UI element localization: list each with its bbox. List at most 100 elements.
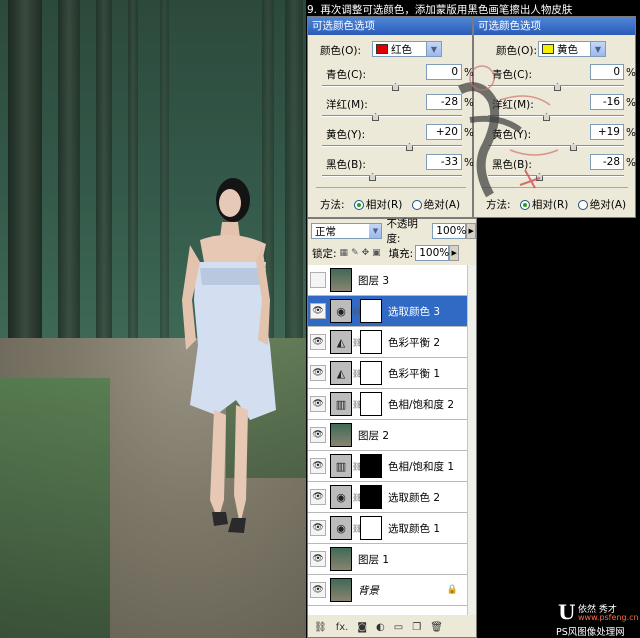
color-balance-adjustment-icon: ◭: [330, 361, 352, 385]
cyan-value-input[interactable]: 0: [426, 64, 462, 80]
layer-row[interactable]: 👁 ◭ ⛓ 色彩平衡 2: [308, 327, 468, 358]
layer-row[interactable]: 👁 背景 🔒: [308, 575, 468, 606]
yellow-slider-track[interactable]: [488, 145, 624, 147]
visibility-eye-icon[interactable]: 👁: [310, 396, 326, 412]
layer-mask-thumbnail[interactable]: [360, 454, 382, 478]
visibility-eye-icon[interactable]: 👁: [310, 520, 326, 536]
layer-mask-thumbnail[interactable]: [360, 330, 382, 354]
black-slider-track[interactable]: [322, 175, 462, 177]
cyan-label: 青色(C):: [492, 69, 533, 81]
visibility-eye-icon[interactable]: 👁: [310, 334, 326, 350]
trash-icon[interactable]: 🗑: [430, 622, 443, 633]
method-label: 方法:: [486, 199, 511, 211]
layer-row[interactable]: 👁 ◉ ⛓ 选取颜色 2: [308, 482, 468, 513]
layer-row[interactable]: 👁 ◉ ⛓ 选取颜色 3: [308, 296, 468, 327]
layer-row[interactable]: 👁 图层 1: [308, 544, 468, 575]
relative-radio[interactable]: [353, 200, 364, 210]
black-unit: %: [626, 157, 636, 169]
absolute-radio[interactable]: [411, 200, 422, 210]
link-icon[interactable]: ⛓: [314, 622, 327, 633]
layer-row[interactable]: 👁 图层 2: [308, 420, 468, 451]
layer-mask-thumbnail[interactable]: [360, 299, 382, 323]
fill-label: 填充:: [388, 247, 414, 260]
brand-name: PS风图像处理网: [556, 627, 625, 638]
visibility-eye-icon[interactable]: 👁: [310, 551, 326, 567]
layer-mask-thumbnail[interactable]: [360, 516, 382, 540]
lock-transparency-icon[interactable]: ▦: [340, 248, 349, 258]
color-select[interactable]: 红色 ▼: [372, 41, 442, 57]
group-folder-icon[interactable]: ▭: [394, 622, 403, 633]
lock-icons: ▦ ✎ ✥ ▣: [340, 248, 381, 258]
photo-canvas: [0, 0, 306, 638]
chevron-down-icon: ▼: [426, 42, 441, 56]
magenta-unit: %: [626, 97, 636, 109]
mask-link-icon[interactable]: ⛓: [352, 524, 362, 533]
magenta-label: 洋红(M):: [326, 99, 368, 111]
color-label: 颜色(O):: [320, 45, 361, 57]
color-select[interactable]: 黄色 ▼: [538, 41, 606, 57]
visibility-eye-icon[interactable]: 👁: [310, 582, 326, 598]
visibility-eye-icon[interactable]: 👁: [310, 272, 326, 288]
relative-label: 相对(R): [531, 199, 569, 211]
visibility-eye-icon[interactable]: 👁: [310, 303, 326, 319]
fx-button[interactable]: fx.: [336, 622, 349, 633]
layer-name: 色彩平衡 1: [388, 367, 441, 380]
yellow-slider-track[interactable]: [322, 145, 462, 147]
absolute-label: 绝对(A): [423, 199, 461, 211]
visibility-eye-icon[interactable]: 👁: [310, 365, 326, 381]
layer-row[interactable]: 👁 ◭ ⛓ 色彩平衡 1: [308, 358, 468, 389]
mask-link-icon[interactable]: ⛓: [352, 338, 362, 347]
black-slider-track[interactable]: [488, 175, 624, 177]
method-group: 方法: 相对(R) 绝对(A): [486, 197, 626, 212]
mask-link-icon[interactable]: ⛓: [352, 493, 362, 502]
layer-mask-thumbnail[interactable]: [360, 361, 382, 385]
mask-link-icon[interactable]: ⛓: [352, 369, 362, 378]
blend-mode-select[interactable]: 正常 ▼: [311, 223, 383, 239]
site-brand: U 依然 秀才 www.psfeng.cn PS风图像处理网: [554, 600, 639, 638]
opacity-input[interactable]: 100%: [432, 223, 466, 239]
yellow-label: 黄色(Y):: [326, 129, 366, 141]
layer-row[interactable]: 👁 ◉ ⛓ 选取颜色 1: [308, 513, 468, 544]
color-select-value: 黄色: [557, 43, 578, 56]
relative-radio[interactable]: [519, 200, 530, 210]
lock-paint-icon[interactable]: ✎: [351, 248, 359, 258]
magenta-value-input[interactable]: -16: [590, 94, 624, 110]
visibility-eye-icon[interactable]: 👁: [310, 427, 326, 443]
layers-scrollbar[interactable]: [467, 265, 476, 615]
mask-link-icon[interactable]: ⛓: [352, 462, 362, 471]
visibility-eye-icon[interactable]: 👁: [310, 489, 326, 505]
layer-name: 选取颜色 1: [388, 522, 441, 535]
magenta-slider-track[interactable]: [322, 115, 462, 117]
layer-name: 选取颜色 3: [388, 305, 441, 318]
opacity-arrow-icon[interactable]: ▶: [466, 223, 476, 239]
mask-link-icon[interactable]: ⛓: [352, 307, 362, 316]
layer-mask-thumbnail[interactable]: [360, 485, 382, 509]
yellow-value-input[interactable]: +19: [590, 124, 624, 140]
magenta-value-input[interactable]: -28: [426, 94, 462, 110]
mask-link-icon[interactable]: ⛓: [352, 400, 362, 409]
add-mask-icon[interactable]: ◙: [357, 622, 367, 633]
visibility-eye-icon[interactable]: 👁: [310, 458, 326, 474]
magenta-slider-track[interactable]: [488, 115, 624, 117]
black-value-input[interactable]: -33: [426, 154, 462, 170]
selective-color-adjustment-icon: ◉: [330, 485, 352, 509]
lock-all-icon[interactable]: ▣: [372, 248, 381, 258]
layer-row[interactable]: 👁 图层 3: [308, 265, 468, 296]
lock-move-icon[interactable]: ✥: [362, 248, 370, 258]
absolute-radio[interactable]: [577, 200, 588, 210]
brand-logo-icon: U: [558, 600, 576, 624]
yellow-value-input[interactable]: +20: [426, 124, 462, 140]
background-lock-icon: 🔒: [446, 585, 458, 595]
fill-input[interactable]: 100%: [415, 245, 449, 261]
layer-row[interactable]: 👁 ▥ ⛓ 色相/饱和度 1: [308, 451, 468, 482]
layer-name: 背景: [358, 584, 379, 597]
fill-arrow-icon[interactable]: ▶: [449, 245, 460, 261]
layer-row[interactable]: 👁 ▥ ⛓ 色相/饱和度 2: [308, 389, 468, 420]
cyan-value-input[interactable]: 0: [590, 64, 624, 80]
lock-label: 锁定:: [312, 247, 337, 260]
layer-name: 图层 1: [358, 553, 390, 566]
black-value-input[interactable]: -28: [590, 154, 624, 170]
adjustment-layer-icon[interactable]: ◐: [376, 622, 385, 633]
new-layer-icon[interactable]: ❐: [412, 622, 421, 633]
layer-mask-thumbnail[interactable]: [360, 392, 382, 416]
